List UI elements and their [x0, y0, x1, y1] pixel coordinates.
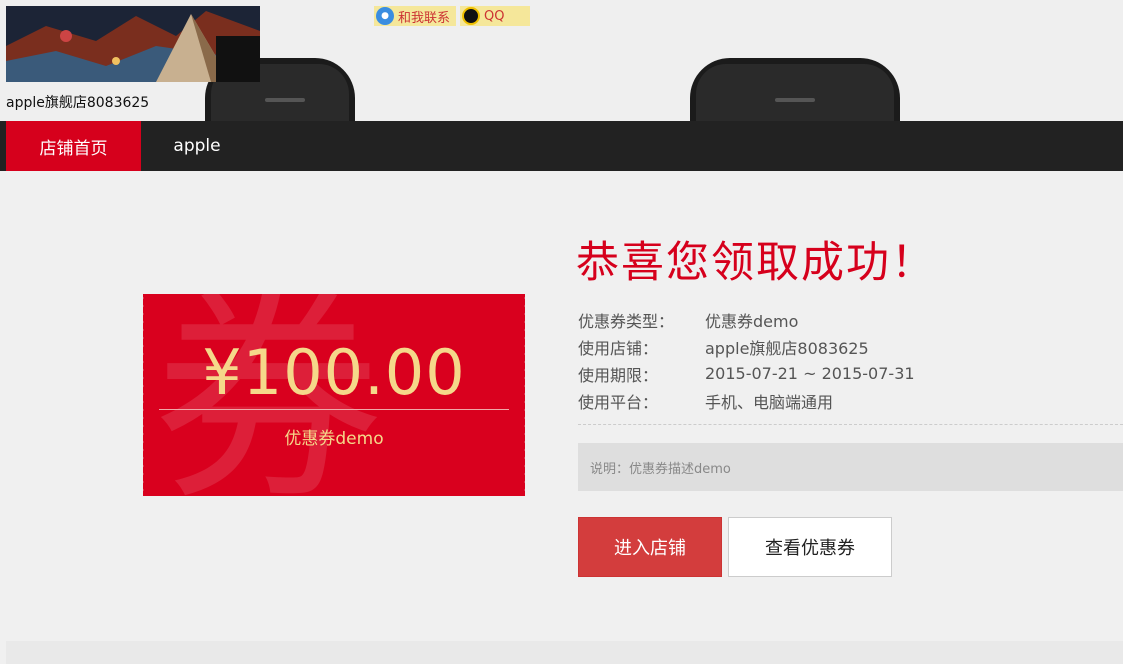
info-value: 优惠券demo — [705, 311, 799, 331]
info-label: 使用期限： — [578, 365, 659, 385]
shop-banner: apple旗舰店8083625 ● 和我联系 QQ — [0, 0, 1123, 121]
qq-button[interactable]: QQ — [460, 6, 531, 26]
info-label: 使用店铺： — [578, 338, 659, 358]
qq-penguin-icon — [462, 7, 481, 25]
shop-nav: 店铺首页 apple — [0, 121, 1123, 171]
contact-me-button[interactable]: ● 和我联系 — [374, 6, 457, 26]
coupon-name: 优惠券demo — [284, 429, 384, 449]
info-value: 2015-07-21 ~ 2015-07-31 — [705, 364, 915, 383]
nav-item-shop-home[interactable]: 店铺首页 — [6, 121, 141, 171]
shop-logo-image[interactable] — [6, 6, 260, 82]
qq-label: QQ — [484, 8, 505, 24]
coupon-divider — [159, 409, 509, 410]
banner-phone-image-2 — [690, 58, 900, 121]
shop-name[interactable]: apple旗舰店8083625 — [6, 92, 149, 112]
view-coupons-button[interactable]: 查看优惠券 — [728, 517, 892, 577]
coupon-amount: ¥100.00 — [202, 336, 466, 409]
dashed-divider — [578, 424, 1123, 425]
success-title: 恭喜您领取成功！ — [576, 238, 936, 288]
info-value: 手机、电脑端通用 — [705, 392, 834, 412]
footer-bar — [6, 641, 1123, 664]
info-row-shop: 使用店铺： apple旗舰店8083625 — [578, 333, 915, 360]
contact-bar: ● 和我联系 QQ — [374, 6, 531, 26]
nav-item-apple[interactable]: apple — [141, 121, 253, 171]
coupon-info: 优惠券类型： 优惠券demo 使用店铺： apple旗舰店8083625 使用期… — [578, 306, 915, 414]
info-row-period: 使用期限： 2015-07-21 ~ 2015-07-31 — [578, 360, 915, 387]
coupon-card: 券 ¥100.00 优惠券demo — [143, 294, 525, 496]
info-value: apple旗舰店8083625 — [705, 338, 869, 358]
contact-me-label: 和我联系 — [398, 10, 451, 26]
info-label: 使用平台： — [578, 392, 659, 412]
info-row-type: 优惠券类型： 优惠券demo — [578, 306, 915, 333]
enter-shop-button[interactable]: 进入店铺 — [578, 517, 722, 577]
info-row-platform: 使用平台： 手机、电脑端通用 — [578, 387, 915, 414]
info-label: 优惠券类型： — [578, 311, 675, 331]
chat-icon: ● — [376, 7, 394, 25]
coupon-note: 说明：优惠券描述demo — [578, 443, 1123, 491]
